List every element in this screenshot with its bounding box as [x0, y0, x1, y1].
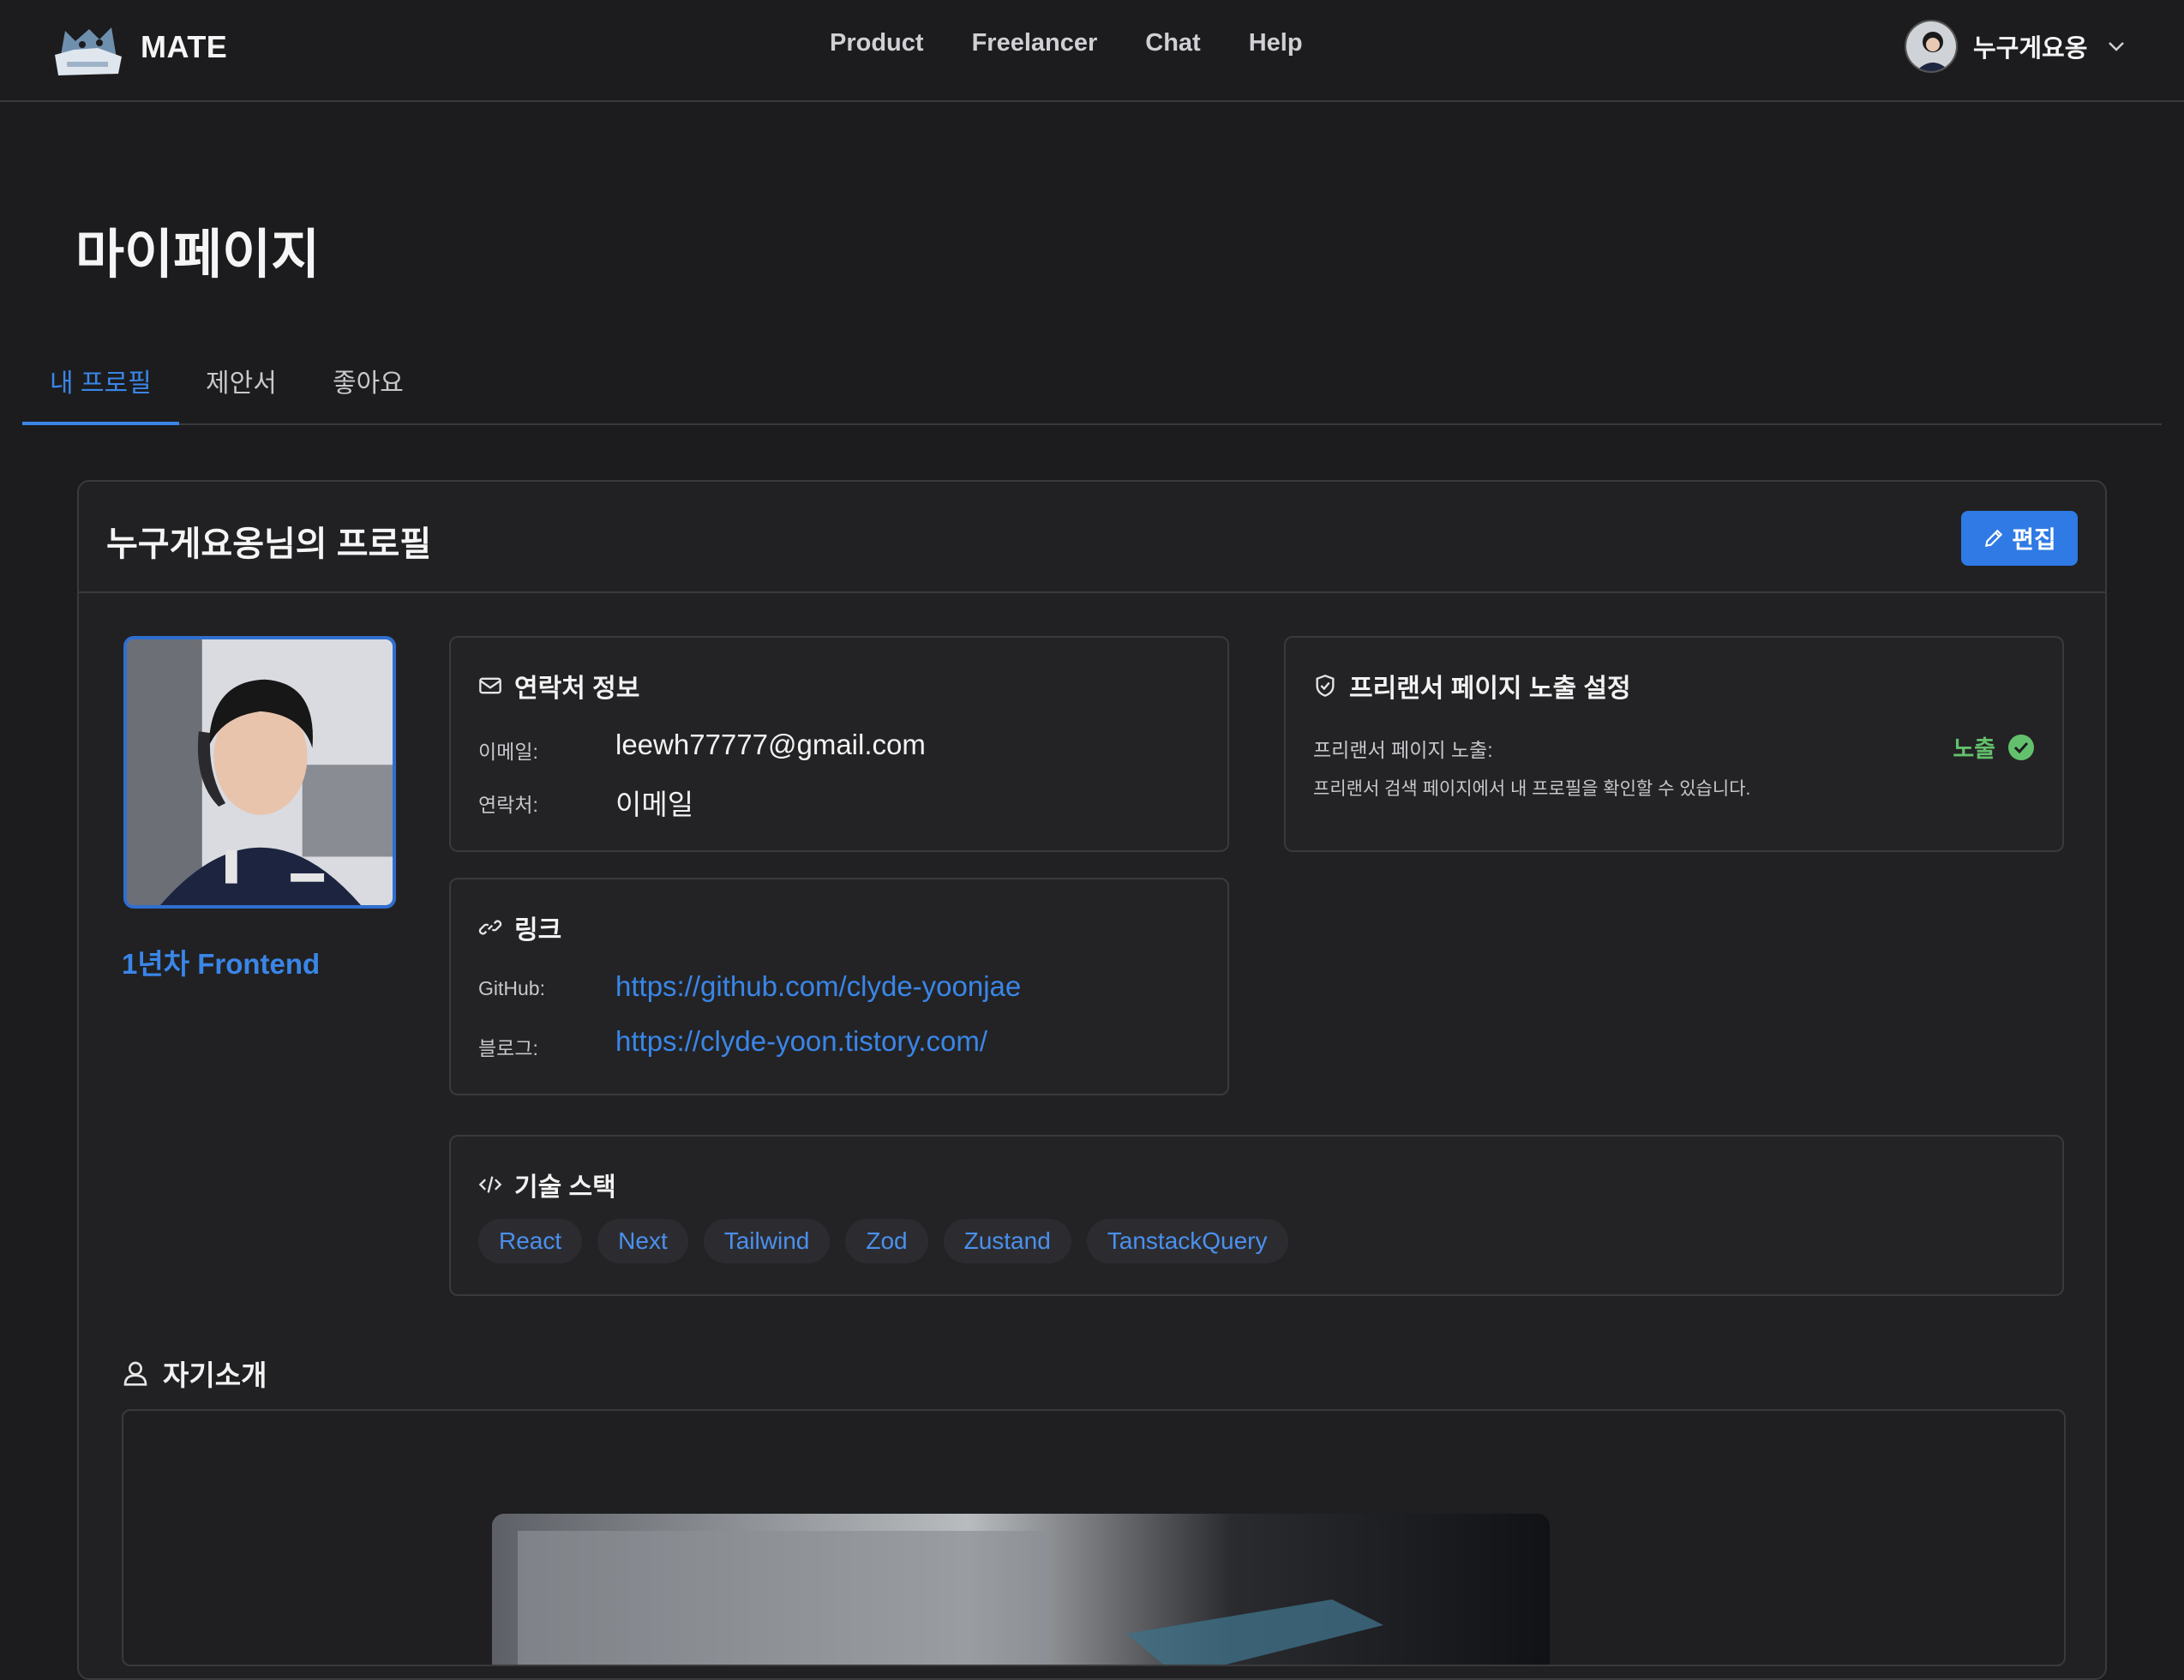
exposure-status-text: 노출 — [1953, 736, 1995, 762]
edit-button[interactable]: 편집 — [1961, 511, 2078, 566]
pencil-icon — [1985, 529, 2003, 548]
cat-logo-icon — [48, 10, 129, 84]
main-nav: Product Freelancer Chat Help — [830, 29, 1303, 57]
link-icon — [478, 920, 502, 935]
shield-check-icon — [1316, 675, 1335, 697]
experience-label: 1년차 Frontend — [122, 948, 321, 980]
github-label: GitHub: — [478, 977, 545, 999]
nav-chat[interactable]: Chat — [1145, 29, 1200, 57]
profile-card: 누구게요옹님의 프로필 편집 1년차 Frontend 연락처 정보 이메일: … — [77, 480, 2107, 1680]
intro-content — [122, 1409, 2066, 1666]
user-menu[interactable]: 누구게요옹 — [1905, 19, 2127, 74]
tab-likes[interactable]: 좋아요 — [305, 362, 431, 425]
blog-label: 블로그: — [478, 1037, 538, 1059]
page-title: 마이페이지 — [75, 225, 321, 285]
top-navigation-bar: MATE Product Freelancer Chat Help 누구게요옹 — [0, 0, 2184, 102]
exposure-description: 프리랜서 검색 페이지에서 내 프로필을 확인할 수 있습니다. — [1313, 779, 1751, 799]
skill-chip: Zod — [845, 1219, 928, 1263]
nav-freelancer[interactable]: Freelancer — [972, 29, 1098, 57]
freelancer-exposure-title: 프리랜서 페이지 노출 설정 — [1313, 667, 1631, 705]
links-box: 링크 GitHub: https://github.com/clyde-yoon… — [449, 878, 1229, 1095]
edit-button-label: 편집 — [2012, 526, 2056, 553]
profile-photo — [123, 636, 396, 909]
chevron-down-icon[interactable] — [2106, 36, 2127, 57]
tab-my-profile[interactable]: 내 프로필 — [22, 362, 179, 425]
avatar — [1905, 20, 1958, 73]
user-name: 누구게요옹 — [1973, 35, 2088, 63]
exposure-label: 프리랜서 페이지 노출: — [1313, 739, 1493, 761]
contact-info-title: 연락처 정보 — [478, 667, 639, 705]
skill-chip: Zustand — [943, 1219, 1071, 1263]
freelancer-exposure-title-text: 프리랜서 페이지 노출 설정 — [1349, 675, 1631, 703]
skill-chip: Tailwind — [703, 1219, 831, 1263]
tab-proposals[interactable]: 제안서 — [178, 362, 304, 425]
profile-title: 누구게요옹님의 프로필 — [106, 525, 432, 563]
links-title: 링크 — [478, 909, 561, 946]
profile-card-header: 누구게요옹님의 프로필 편집 — [79, 482, 2105, 593]
mail-icon — [479, 677, 501, 694]
email-value: leewh77777@gmail.com — [615, 729, 926, 760]
brand-name: MATE — [141, 29, 228, 64]
code-icon — [478, 1176, 502, 1193]
phone-label: 연락처: — [478, 794, 538, 816]
brand-logo[interactable]: MATE — [48, 10, 227, 84]
tech-stack-title: 기술 스택 — [478, 1166, 616, 1203]
tech-stack-title-text: 기술 스택 — [514, 1173, 616, 1202]
github-link[interactable]: https://github.com/clyde-yoonjae — [615, 970, 1021, 1003]
skill-chip: Next — [597, 1219, 688, 1263]
links-title-text: 링크 — [514, 916, 562, 945]
email-label: 이메일: — [478, 741, 538, 763]
nav-help[interactable]: Help — [1249, 29, 1303, 57]
tab-bar: 내 프로필 제안서 좋아요 — [22, 343, 2162, 425]
user-icon — [123, 1361, 147, 1386]
skill-chip: TanstackQuery — [1086, 1219, 1288, 1263]
skill-chip: React — [478, 1219, 583, 1263]
check-circle-icon — [2008, 734, 2034, 760]
intro-title-text: 자기소개 — [163, 1359, 267, 1391]
contact-info-box: 연락처 정보 이메일: leewh77777@gmail.com 연락처: 이메… — [449, 636, 1229, 852]
tech-stack-box: 기술 스택 React Next Tailwind Zod Zustand Ta… — [449, 1135, 2064, 1296]
contact-info-title-text: 연락처 정보 — [514, 675, 640, 703]
exposure-status[interactable]: 노출 — [1953, 730, 2035, 764]
skill-chips: React Next Tailwind Zod Zustand Tanstack… — [478, 1219, 1288, 1263]
phone-value: 이메일 — [615, 789, 694, 820]
blog-link[interactable]: https://clyde-yoon.tistory.com/ — [615, 1025, 987, 1058]
intro-title: 자기소개 — [122, 1353, 267, 1394]
freelancer-exposure-box: 프리랜서 페이지 노출 설정 프리랜서 페이지 노출: 노출 프리랜서 검색 페… — [1284, 636, 2064, 852]
intro-image — [492, 1514, 1550, 1665]
nav-product[interactable]: Product — [830, 29, 924, 57]
